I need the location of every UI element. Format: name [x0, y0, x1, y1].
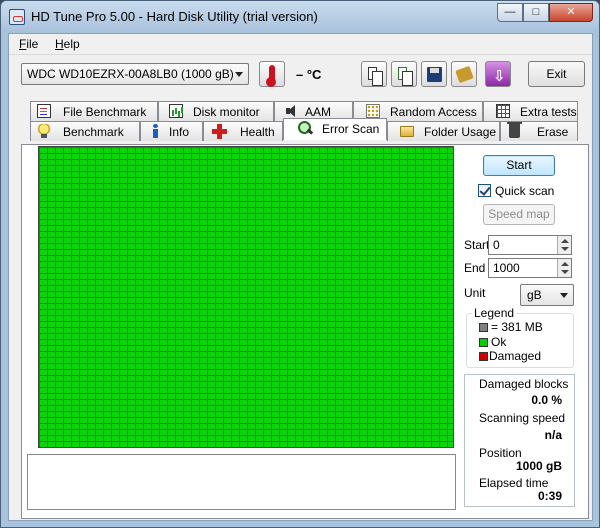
temperature-readout: – °C	[296, 67, 322, 82]
thermometer-icon	[266, 65, 276, 87]
tab-health[interactable]: Health	[203, 121, 283, 141]
drive-select-value: WDC WD10EZRX-00A8LB0 (1000 gB)	[27, 67, 234, 81]
tab-disk-monitor[interactable]: Disk monitor	[158, 101, 274, 121]
save-button[interactable]	[421, 61, 447, 87]
dots-icon	[366, 104, 380, 118]
quick-scan-label: Quick scan	[495, 184, 555, 198]
elapsed-time-label: Elapsed time	[479, 476, 549, 490]
tab-error-scan[interactable]: Error Scan	[283, 118, 387, 140]
damaged-blocks-value: 0.0 %	[531, 393, 562, 407]
tab-benchmark[interactable]: Benchmark	[30, 121, 140, 141]
chevron-down-icon	[560, 293, 568, 298]
scan-stats-box: Damaged blocks 0.0 % Scanning speed n/a …	[464, 374, 575, 507]
scanning-speed-value: n/a	[544, 428, 562, 442]
unit-value: gB	[527, 288, 542, 302]
menu-help[interactable]: Help	[55, 37, 80, 51]
app-window: HD Tune Pro 5.00 - Hard Disk Utility (tr…	[0, 0, 600, 528]
window-title: HD Tune Pro 5.00 - Hard Disk Utility (tr…	[31, 9, 318, 24]
trash-icon	[507, 122, 522, 138]
tab-label: File Benchmark	[63, 105, 147, 119]
chevron-down-icon	[235, 72, 243, 77]
floppy-icon	[427, 67, 442, 82]
bulb-icon	[37, 124, 51, 138]
tab-label: Random Access	[390, 105, 477, 119]
tab-extra-tests[interactable]: Extra tests	[483, 101, 578, 121]
close-button[interactable]: ✕	[549, 3, 593, 22]
tab-label: Info	[169, 125, 190, 139]
folder-icon	[400, 126, 414, 137]
menu-file[interactable]: File	[19, 37, 38, 51]
legend-swatch-block	[479, 323, 488, 332]
tab-label: AAM	[305, 105, 332, 119]
position-value: 1000 gB	[515, 459, 562, 473]
exit-button[interactable]: Exit	[528, 61, 585, 87]
title-bar[interactable]: HD Tune Pro 5.00 - Hard Disk Utility (tr…	[1, 1, 599, 33]
tab-folder-usage[interactable]: Folder Usage	[387, 121, 500, 141]
position-label: Position	[479, 446, 522, 460]
magnifier-icon	[298, 121, 312, 135]
menu-bar: File Help	[9, 34, 592, 55]
tab-label: Error Scan	[322, 122, 380, 136]
arrow-down-icon: ⇩	[493, 68, 506, 85]
tab-label: Folder Usage	[424, 125, 497, 139]
toolbar: WDC WD10EZRX-00A8LB0 (1000 gB) – °C ⇩ Ex…	[9, 55, 592, 99]
chart-icon	[169, 104, 183, 118]
drive-select[interactable]: WDC WD10EZRX-00A8LB0 (1000 gB)	[21, 63, 249, 85]
grid-icon	[496, 104, 510, 118]
tab-label: Disk monitor	[193, 105, 260, 119]
copy-image-button[interactable]	[391, 61, 417, 87]
tab-info[interactable]: Info	[140, 121, 203, 141]
unit-select[interactable]: gB	[520, 284, 574, 306]
options-button[interactable]	[451, 61, 477, 87]
tab-label: Benchmark	[63, 125, 124, 139]
minimize-button[interactable]: —	[497, 3, 523, 22]
legend-block-size: = 381 MB	[491, 320, 543, 334]
block-map	[38, 146, 454, 448]
copy-screenshot-icon	[398, 67, 413, 86]
unit-label: Unit	[464, 286, 486, 300]
tab-file-benchmark[interactable]: File Benchmark	[30, 101, 158, 121]
app-icon	[9, 9, 25, 25]
legend-swatch-damaged	[479, 352, 488, 361]
temperature-button[interactable]	[259, 61, 285, 87]
health-cross-icon	[212, 124, 227, 139]
tab-label: Erase	[537, 125, 569, 139]
legend-ok: Ok	[491, 335, 507, 349]
end-value: 1000	[493, 261, 520, 275]
start-scan-button[interactable]: Start	[483, 155, 555, 176]
scanning-speed-label: Scanning speed	[479, 411, 566, 425]
info-icon	[149, 124, 163, 138]
end-field-label: End	[464, 261, 486, 275]
download-button[interactable]: ⇩	[485, 61, 511, 87]
legend-title: Legend	[472, 306, 517, 320]
start-value: 0	[493, 238, 500, 252]
start-field-label: Start	[464, 238, 490, 252]
scan-log-box[interactable]	[27, 454, 456, 510]
elapsed-time-value: 0:39	[537, 489, 562, 503]
legend-swatch-ok	[479, 338, 488, 347]
spin-arrows-icon[interactable]	[557, 236, 571, 254]
file-icon	[37, 104, 51, 118]
speaker-icon	[285, 104, 299, 118]
end-stepper[interactable]: 1000	[488, 258, 572, 278]
speed-map-button[interactable]: Speed map	[483, 204, 555, 225]
damaged-blocks-label: Damaged blocks	[479, 377, 569, 391]
chip-icon	[455, 65, 474, 84]
maximize-button[interactable]: □	[523, 3, 549, 22]
start-stepper[interactable]: 0	[488, 235, 572, 255]
window-controls: — □ ✕	[497, 3, 593, 23]
spin-arrows-icon[interactable]	[557, 259, 571, 277]
tab-erase[interactable]: Erase	[500, 121, 578, 141]
legend-damaged: Damaged	[489, 349, 542, 363]
quick-scan-checkbox[interactable]	[478, 184, 491, 197]
copy-text-button[interactable]	[361, 61, 387, 87]
tab-label: Health	[240, 125, 275, 139]
tab-strip: File Benchmark Disk monitor AAM Random A…	[9, 101, 592, 145]
tab-label: Extra tests	[520, 105, 577, 119]
copy-icon	[368, 67, 383, 86]
